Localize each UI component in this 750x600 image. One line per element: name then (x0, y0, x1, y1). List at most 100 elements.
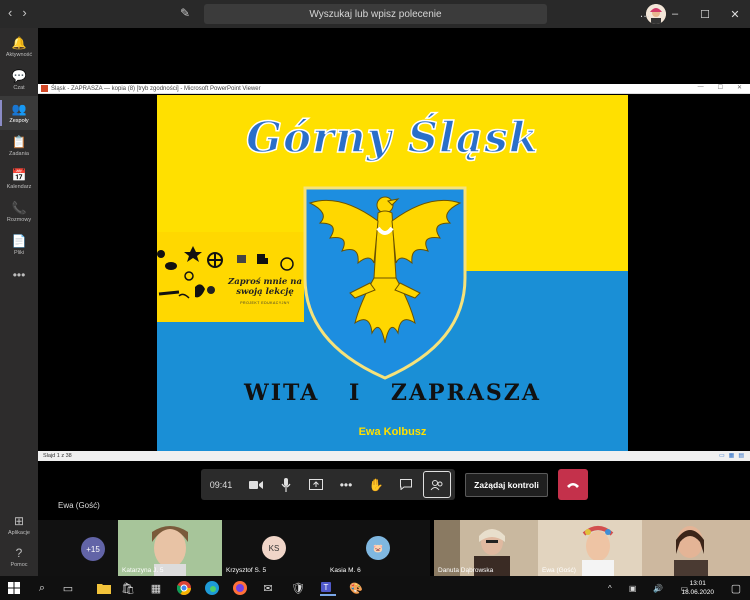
apps-icon: ⊞ (13, 513, 25, 528)
raise-hand-icon[interactable]: ✋ (361, 469, 391, 500)
ppt-window-title: Śląsk - ZAPRASZA — kopia (8) [tryb zgodn… (51, 85, 261, 92)
ppt-status-bar: Slajd 1 z 38 ▭ ▦ ▤ (38, 451, 750, 461)
chat-panel-icon[interactable] (391, 469, 421, 500)
rail-label: Kalendarz (6, 183, 32, 190)
clock-date: 18.06.2020 (681, 589, 714, 596)
camera-icon[interactable] (241, 469, 271, 500)
participant-video (642, 520, 750, 576)
participant-tile[interactable] (642, 520, 750, 576)
shared-screen: Śląsk - ZAPRASZA — kopia (8) [tryb zgodn… (38, 84, 750, 461)
pig-avatar-icon: 🐷 (366, 536, 390, 560)
close-icon[interactable]: ✕ (720, 0, 750, 28)
forward-icon[interactable]: › (22, 5, 26, 20)
presenter-name: Ewa (Gość) (58, 501, 100, 510)
system-tray[interactable]: ^ ▣ 🔊 ▭ (608, 580, 688, 596)
slide-title: Górny Śląsk (245, 112, 539, 163)
call-toolbar: 09:41 ••• ✋ (201, 469, 455, 500)
rail-label: Pliki (13, 249, 25, 256)
rail-item-activity[interactable]: 🔔 Aktywność (0, 30, 38, 64)
slide-counter: Slajd 1 z 38 (43, 453, 72, 459)
nav-arrows: ‹ › (8, 5, 27, 20)
app-rail: 🔔 Aktywność 💬 Czat 👥 Zespoły 📋 Zadania 📅… (0, 28, 38, 576)
rail-item-apps[interactable]: ⊞ Aplikacje (0, 508, 38, 542)
rail-item-more[interactable]: ••• (0, 258, 38, 292)
file-icon: 📄 (11, 233, 27, 248)
mail-icon[interactable]: ✉ (260, 580, 276, 596)
rail-label: Rozmowy (6, 216, 32, 223)
teams-taskbar-icon[interactable]: T (320, 580, 336, 596)
powerpoint-icon (41, 85, 48, 92)
call-duration: 09:41 (209, 479, 233, 490)
rail-label: Aktywność (5, 51, 33, 58)
notifications-icon[interactable]: ▢ (728, 580, 744, 596)
volume-icon[interactable]: 🔊 (653, 584, 663, 593)
store-icon[interactable]: 🛍 (120, 580, 136, 596)
meeting-stage: Śląsk - ZAPRASZA — kopia (8) [tryb zgodn… (38, 28, 750, 520)
ppt-window-controls: — ☐ ✕ (697, 84, 742, 91)
participant-name: Katarzyna J. 5 (122, 567, 164, 574)
rail-label: Zespoły (9, 117, 29, 124)
participants-icon[interactable] (423, 471, 451, 498)
chrome-icon[interactable] (176, 580, 192, 596)
rail-item-teams[interactable]: 👥 Zespoły (0, 96, 38, 130)
windows-taskbar: ⌕ ▭ 🛍 ▦ ✉ 🛡 T 🎨 ^ ▣ 🔊 ▭ 13:01 18.06.2020… (0, 576, 750, 600)
maximize-icon[interactable]: ☐ (690, 0, 720, 28)
rail-item-files[interactable]: 📄 Pliki (0, 228, 38, 262)
taskbar-clock[interactable]: 13:01 18.06.2020 (681, 579, 714, 597)
promo-subtext: PROJEKT EDUKACYJNY (240, 301, 290, 305)
rail-item-calls[interactable]: 📞 Rozmowy (0, 195, 38, 229)
participant-tile[interactable]: 🐷 Kasia M. 6 (326, 520, 430, 576)
promo-banner: Zaproś mnie na swoją lekcję PROJEKT EDUK… (157, 232, 304, 322)
vpn-icon[interactable]: 🛡 (290, 580, 306, 596)
paint-icon[interactable]: 🎨 (348, 580, 364, 596)
share-screen-icon[interactable] (301, 469, 331, 500)
edge-icon[interactable] (204, 580, 220, 596)
compose-icon[interactable]: ✎ (180, 6, 194, 20)
slide-author: Ewa Kolbusz (358, 426, 427, 438)
calculator-icon[interactable]: ▦ (148, 580, 164, 596)
bell-icon: 🔔 (11, 35, 27, 50)
file-explorer-icon[interactable] (96, 580, 112, 596)
network-icon[interactable]: ▣ (629, 584, 637, 593)
hangup-button[interactable] (558, 469, 588, 500)
request-control-button[interactable]: Zażądaj kontroli (465, 473, 548, 497)
slide: Górny Śląsk Zaproś mnie na swoją lekcję … (157, 95, 628, 451)
rail-label: Czat (13, 84, 25, 91)
more-icon: ••• (12, 267, 26, 282)
rail-item-chat[interactable]: 💬 Czat (0, 63, 38, 97)
initials-avatar: KS (262, 536, 286, 560)
eagle-crest-icon (303, 186, 467, 380)
rail-item-assignments[interactable]: 📋 Zadania (0, 129, 38, 163)
search-icon[interactable]: ⌕ (34, 580, 50, 596)
slide-subtitle: WITA I ZAPRASZA (244, 380, 541, 406)
more-options-icon[interactable]: … (630, 0, 660, 28)
back-icon[interactable]: ‹ (8, 5, 12, 20)
more-actions-icon[interactable]: ••• (331, 469, 361, 500)
phone-hangup-icon (567, 482, 579, 488)
search-input[interactable]: Wyszukaj lub wpisz polecenie (204, 4, 547, 24)
task-view-icon[interactable]: ▭ (60, 580, 76, 596)
svg-text:T: T (324, 583, 329, 592)
rail-item-calendar[interactable]: 📅 Kalendarz (0, 162, 38, 196)
windows-start-icon[interactable] (6, 580, 22, 596)
firefox-icon[interactable] (232, 580, 248, 596)
participant-tile[interactable]: Katarzyna J. 5 (118, 520, 222, 576)
overflow-badge: +15 (81, 537, 105, 561)
participant-name: Danuta Dąbrowska (438, 567, 494, 574)
participant-tile[interactable]: Ewa (Gość) (538, 520, 642, 576)
participant-tile[interactable]: KS Krzysztof S. 5 (222, 520, 326, 576)
rail-label: Pomoc (10, 561, 28, 568)
rail-item-help[interactable]: ? Pomoc (0, 540, 38, 574)
participant-overflow-tile[interactable]: +15 (38, 520, 118, 576)
ppt-view-buttons[interactable]: ▭ ▦ ▤ (719, 452, 744, 459)
promo-text: Zaproś mnie na swoją lekcję (227, 277, 302, 297)
chevron-up-icon[interactable]: ^ (608, 584, 612, 593)
minimize-icon[interactable]: – (660, 0, 690, 28)
rail-label: Aplikacje (7, 529, 30, 536)
microphone-icon[interactable] (271, 469, 301, 500)
teams-icon: 👥 (11, 101, 27, 116)
participant-name: Krzysztof S. 5 (226, 567, 267, 574)
participants-strip: +15 Katarzyna J. 5 KS Krzysztof S. 5 🐷 K… (38, 520, 750, 576)
participant-tile[interactable]: Danuta Dąbrowska (434, 520, 538, 576)
assignments-icon: 📋 (11, 134, 27, 149)
